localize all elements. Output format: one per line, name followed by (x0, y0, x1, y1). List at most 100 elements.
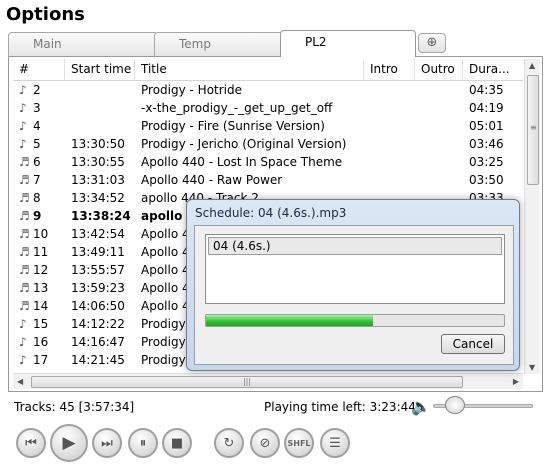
playing-time-left: Playing time left: 3:23:44 (264, 400, 416, 414)
row-number: 11 (33, 245, 49, 259)
row-duration: 05:01 (469, 119, 504, 133)
row-number: 10 (33, 227, 49, 241)
cancel-button[interactable]: Cancel (441, 334, 505, 354)
vertical-scrollbar[interactable]: ▲ ≡ ▼ (524, 59, 540, 374)
tab-label: Temp (179, 37, 211, 51)
row-start-time: 14:12:22 (71, 317, 125, 331)
row-start-time: 14:16:47 (71, 335, 125, 349)
column-header-title[interactable]: Title (135, 59, 364, 80)
previous-button[interactable]: ⏮ (16, 428, 46, 458)
volume-slider-knob[interactable] (445, 396, 465, 414)
scheduled-note-icon: ♬ (19, 173, 30, 187)
schedule-list[interactable]: 04 (4.6s.) (205, 234, 505, 304)
tab-bar: Main Temp PL2 ⊕ (8, 30, 543, 57)
row-start-time: 13:31:03 (71, 173, 125, 187)
row-duration: 03:50 (469, 173, 504, 187)
pause-button[interactable]: ⏸ (128, 428, 158, 458)
disable-button[interactable]: ⊘ (250, 428, 280, 458)
music-note-icon: ♪ (19, 137, 27, 151)
music-note-icon: ♪ (19, 119, 27, 133)
next-button[interactable]: ⏭ (92, 428, 122, 458)
scroll-up-icon[interactable]: ▲ (529, 61, 535, 70)
row-start-time: 13:42:54 (71, 227, 125, 241)
no-entry-icon: ⊘ (259, 435, 271, 451)
table-row[interactable]: ♪ 4 Prodigy - Fire (Sunrise Version) 05:01 (13, 117, 523, 135)
row-number: 2 (33, 83, 41, 97)
shuffle-button[interactable]: SHFL (284, 428, 314, 458)
row-start-time: 13:30:50 (71, 137, 125, 151)
row-number: 4 (33, 119, 41, 133)
row-duration: 03:25 (469, 155, 504, 169)
horizontal-scrollbar[interactable]: ◀ ||| ▶ (13, 373, 523, 389)
row-start-time: 13:34:52 (71, 191, 125, 205)
row-duration: 03:46 (469, 137, 504, 151)
row-title: Prodigy - Jericho (Original Version) (141, 137, 347, 151)
row-duration: 04:19 (469, 101, 504, 115)
table-header: # Start time Title Intro Outro Dura... (13, 59, 523, 81)
schedule-dialog: Schedule: 04 (4.6s.).mp3 04 (4.6s.) Canc… (186, 199, 520, 371)
row-start-time: 13:59:23 (71, 281, 125, 295)
row-title: -x-the_prodigy_-_get_up_get_off (141, 101, 333, 115)
play-button[interactable]: ▶ (50, 424, 88, 462)
tab-label: Main (33, 37, 62, 51)
scheduled-note-icon: ♬ (19, 245, 30, 259)
repeat-icon: ↻ (223, 435, 235, 451)
speaker-icon[interactable]: 🔈 (411, 397, 431, 416)
music-note-icon: ♪ (19, 101, 27, 115)
list-item[interactable]: 04 (4.6s.) (208, 237, 502, 255)
row-title: Prodigy - Hotride (141, 83, 243, 97)
tab-main[interactable]: Main (8, 32, 158, 56)
row-number: 8 (33, 191, 41, 205)
dialog-body: 04 (4.6s.) Cancel (194, 225, 514, 365)
window-title: Options (6, 4, 85, 25)
shuffle-icon: SHFL (287, 438, 311, 448)
tab-temp[interactable]: Temp (154, 32, 286, 56)
table-row[interactable]: ♪ 2 Prodigy - Hotride 04:35 (13, 81, 523, 99)
column-header-duration[interactable]: Dura... (463, 59, 523, 80)
scroll-left-icon[interactable]: ◀ (17, 377, 23, 386)
table-row[interactable]: ♪ 5 13:30:50 Prodigy - Jericho (Original Ve… (13, 135, 523, 153)
column-header-intro[interactable]: Intro (364, 59, 415, 80)
horizontal-scroll-thumb[interactable]: ||| (31, 376, 463, 388)
scheduled-note-icon: ♬ (19, 209, 30, 223)
tab-pl2[interactable]: PL2 (280, 30, 416, 57)
scroll-right-icon[interactable]: ▶ (513, 377, 519, 386)
row-start-time: 14:06:50 (71, 299, 125, 313)
scheduled-note-icon: ♬ (19, 281, 30, 295)
row-title: Apollo 440 - Lost In Space Theme (141, 155, 343, 169)
playlist-icon: ☰ (329, 435, 341, 451)
row-number: 16 (33, 335, 49, 349)
row-start-time: 14:21:45 (71, 353, 125, 367)
row-number: 5 (33, 137, 41, 151)
table-row[interactable]: ♬ 6 13:30:55 Apollo 440 - Lost In Space The… (13, 153, 523, 171)
scheduled-note-icon: ♬ (19, 155, 30, 169)
grip-icon: ||| (242, 377, 252, 386)
table-row[interactable]: ♪ 3 -x-the_prodigy_-_get_up_get_off 04:19 (13, 99, 523, 117)
row-start-time: 13:49:11 (71, 245, 125, 259)
row-start-time: 13:55:57 (71, 263, 125, 277)
repeat-button[interactable]: ↻ (214, 428, 244, 458)
row-number: 14 (33, 299, 49, 313)
music-note-icon: ♪ (19, 317, 27, 331)
table-row[interactable]: ♬ 7 13:31:03 Apollo 440 - Raw Power 03:50 (13, 171, 523, 189)
music-note-icon: ♪ (19, 83, 27, 97)
music-note-icon: ♪ (19, 353, 27, 367)
column-header-start-time[interactable]: Start time (65, 59, 135, 80)
row-number: 17 (33, 353, 49, 367)
add-tab-button[interactable]: ⊕ (418, 33, 446, 53)
stop-icon: ■ (170, 435, 184, 451)
skip-back-icon: ⏮ (25, 435, 37, 451)
stop-button[interactable]: ■ (162, 428, 192, 458)
column-header-outro[interactable]: Outro (415, 59, 463, 80)
scheduled-note-icon: ♬ (19, 263, 30, 277)
tab-label: PL2 (305, 35, 327, 49)
row-number: 3 (33, 101, 41, 115)
vertical-scroll-thumb[interactable]: ≡ (527, 75, 539, 185)
row-number: 13 (33, 281, 49, 295)
scroll-down-icon[interactable]: ▼ (529, 363, 535, 372)
column-header-number[interactable]: # (13, 59, 65, 80)
skip-forward-icon: ⏭ (101, 435, 113, 451)
playlist-button[interactable]: ☰ (320, 428, 350, 458)
row-duration: 04:35 (469, 83, 504, 97)
play-icon: ▶ (62, 433, 76, 453)
